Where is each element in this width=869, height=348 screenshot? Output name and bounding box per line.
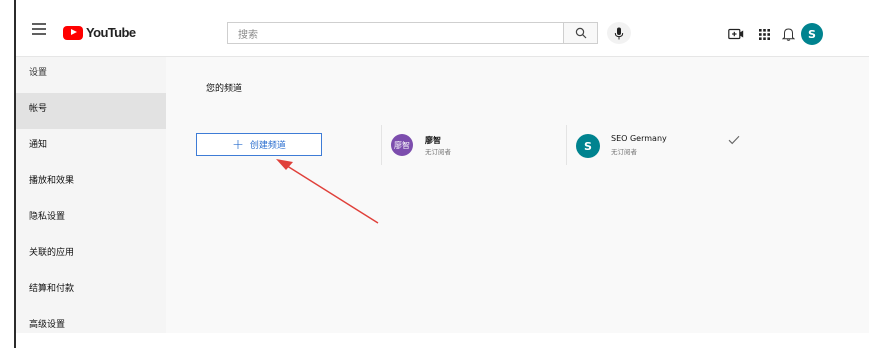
bell-icon bbox=[781, 28, 795, 41]
notifications-button[interactable] bbox=[780, 26, 796, 42]
channel-subscribers: 无订阅者 bbox=[611, 148, 637, 156]
search-input[interactable] bbox=[236, 25, 540, 46]
channel-avatar: S bbox=[576, 134, 600, 158]
sidebar-heading-settings: 设置 bbox=[29, 68, 48, 78]
annotation-arrow-icon bbox=[276, 159, 379, 224]
search-button[interactable] bbox=[563, 22, 598, 44]
section-title-your-channels: 您的频道 bbox=[206, 84, 243, 94]
channel-divider bbox=[566, 125, 567, 165]
apps-button[interactable] bbox=[756, 26, 772, 42]
video-camera-plus-icon bbox=[728, 28, 744, 40]
bottom-strip bbox=[16, 333, 869, 348]
search-box bbox=[227, 22, 563, 46]
youtube-play-icon bbox=[63, 25, 83, 40]
search-icon bbox=[575, 27, 586, 39]
sidebar-item-billing[interactable]: 结算和付款 bbox=[16, 273, 166, 309]
apps-grid-icon bbox=[758, 28, 770, 40]
sidebar-item-account[interactable]: 帐号 bbox=[16, 93, 166, 129]
plus-icon: + bbox=[232, 136, 244, 153]
sidebar-item-playback[interactable]: 播放和效果 bbox=[16, 165, 166, 201]
create-channel-label: 创建频道 bbox=[249, 141, 286, 151]
hamburger-menu-icon[interactable] bbox=[32, 23, 46, 35]
create-video-button[interactable] bbox=[728, 26, 744, 42]
logo-text: YouTube bbox=[86, 25, 136, 40]
channel-name: 廖智 bbox=[425, 136, 441, 145]
microphone-icon bbox=[614, 27, 624, 39]
youtube-logo[interactable]: YouTube bbox=[63, 25, 136, 40]
sidebar-item-notifications[interactable]: 通知 bbox=[16, 129, 166, 165]
settings-sidebar: 设置 帐号 通知 播放和效果 隐私设置 关联的应用 结算和付款 高级设置 bbox=[16, 57, 166, 348]
channel-subscribers: 无订阅者 bbox=[425, 148, 451, 156]
account-avatar[interactable]: S bbox=[801, 23, 823, 45]
channel-name: SEO Germany bbox=[611, 134, 667, 143]
sidebar-item-privacy[interactable]: 隐私设置 bbox=[16, 201, 166, 237]
voice-search-button[interactable] bbox=[607, 22, 631, 44]
checkmark-icon bbox=[728, 135, 740, 145]
channel-avatar: 廖智 bbox=[391, 134, 413, 156]
main-content: 您的频道 + 创建频道 廖智 廖智 无订阅者 S SEO Germany 无订阅… bbox=[166, 57, 869, 333]
sidebar-item-connected-apps[interactable]: 关联的应用 bbox=[16, 237, 166, 273]
